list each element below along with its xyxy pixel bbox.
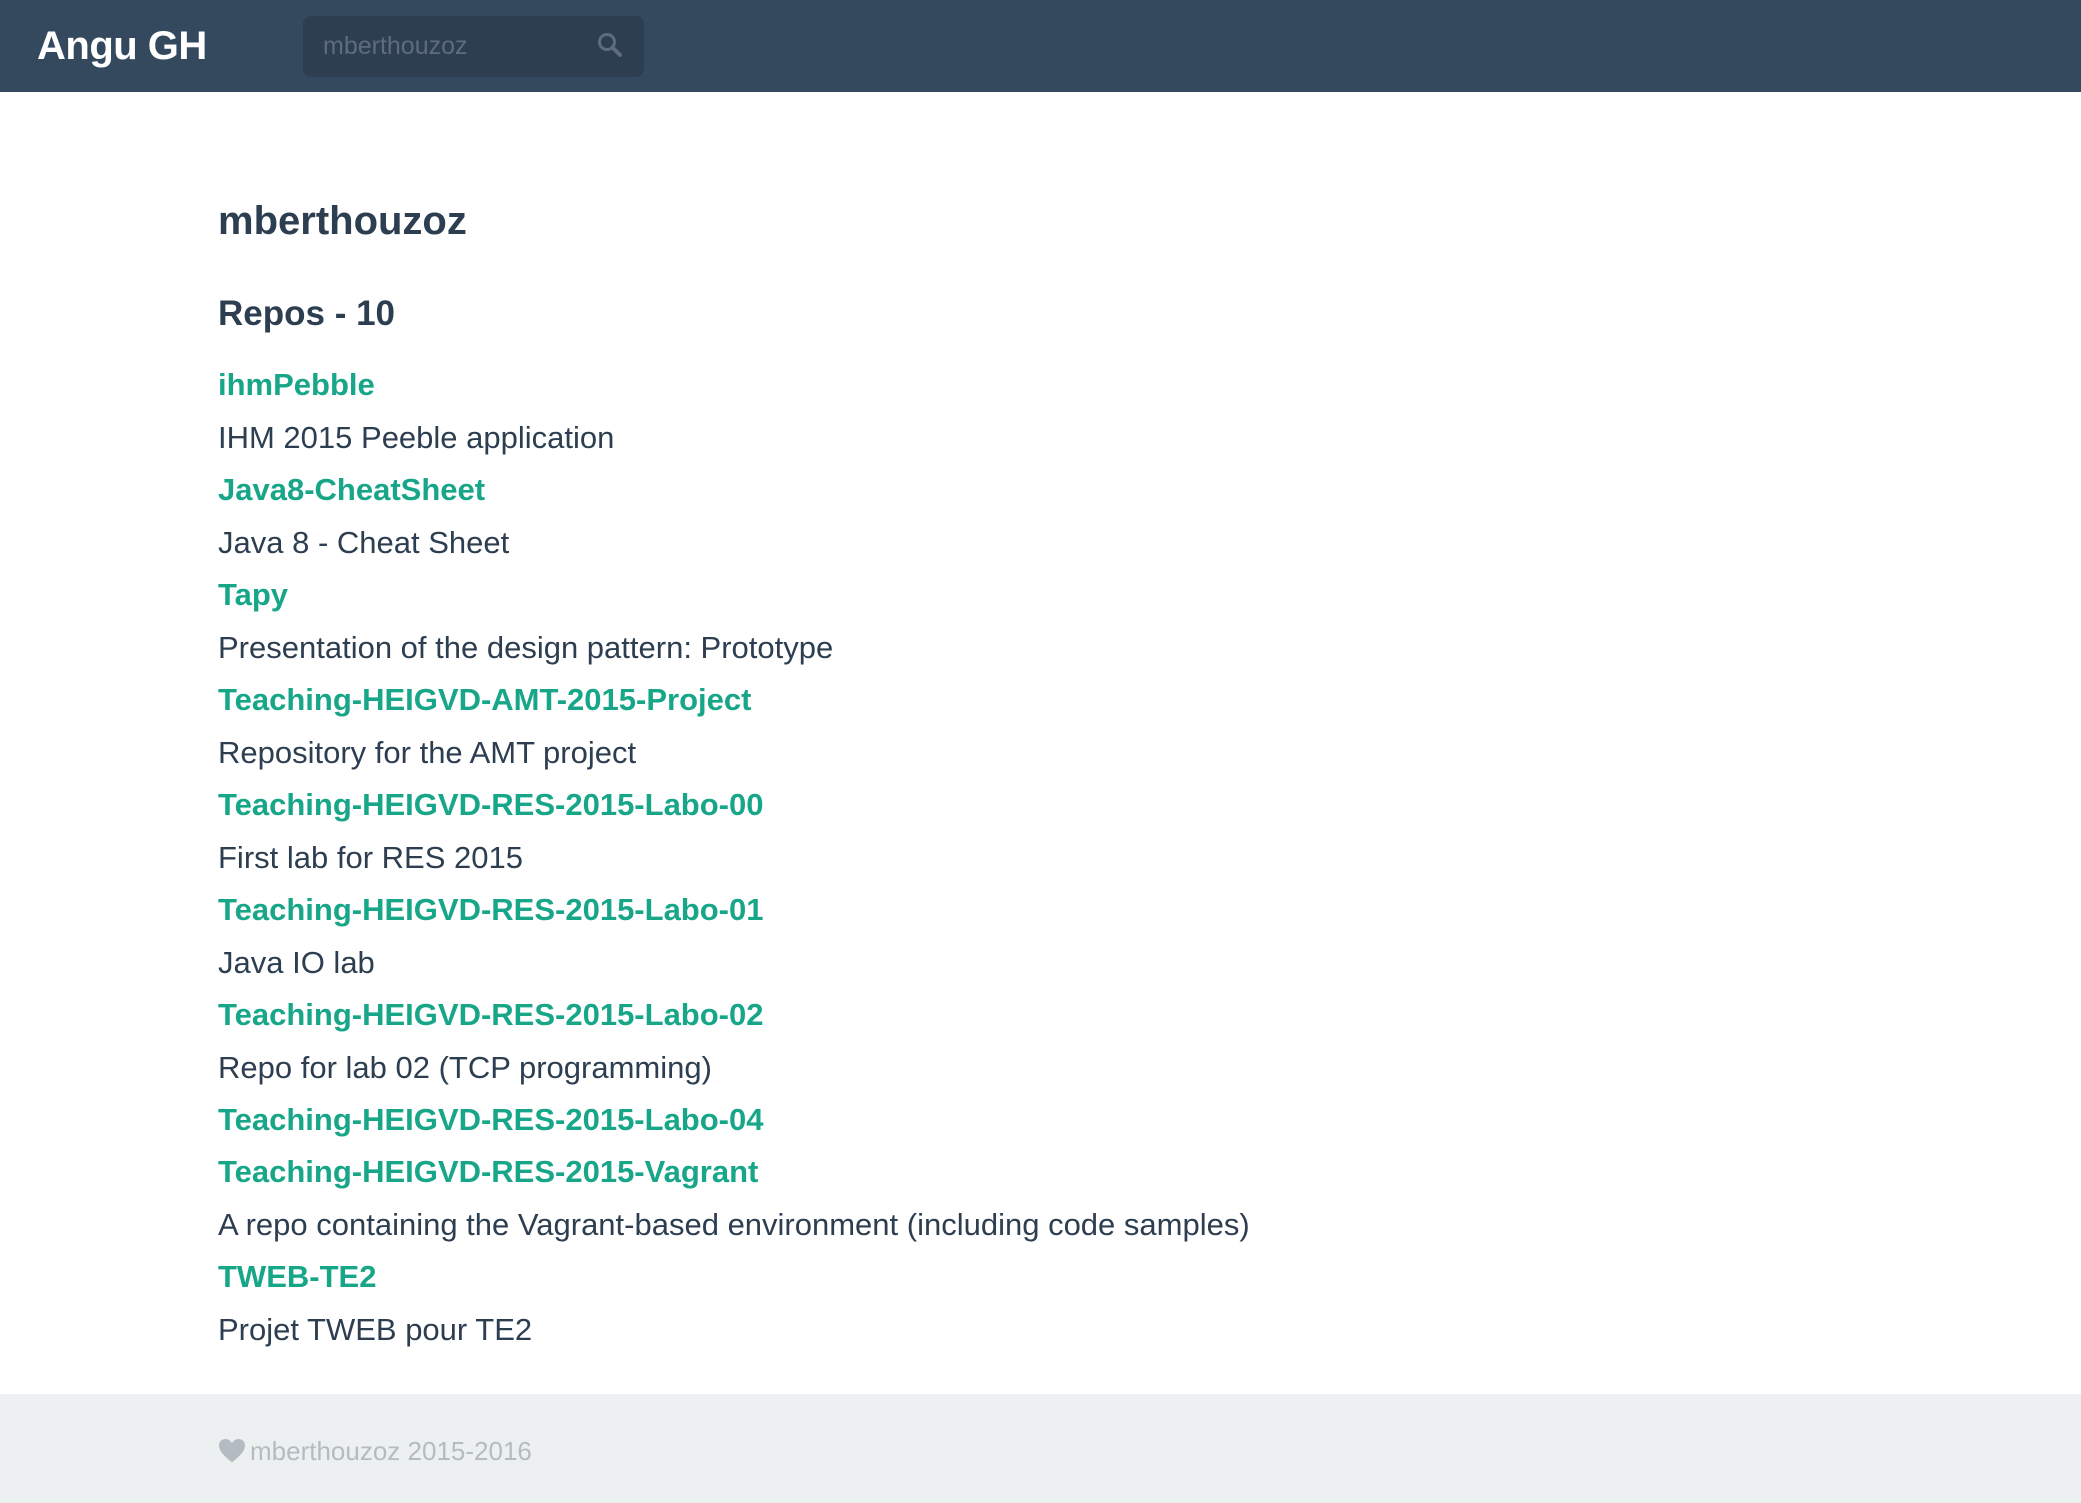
brand-link[interactable]: Angu GH	[37, 20, 207, 72]
heart-icon	[218, 1438, 250, 1464]
repo-description: Repo for lab 02 (TCP programming)	[218, 1050, 712, 1085]
repo-link[interactable]: Java8-CheatSheet	[218, 464, 1818, 516]
repo-link[interactable]: Tapy	[218, 569, 1818, 621]
repo-description: Java 8 - Cheat Sheet	[218, 525, 510, 560]
repo-link[interactable]: Teaching-HEIGVD-RES-2015-Labo-00	[218, 779, 1818, 831]
repo-item: Teaching-HEIGVD-RES-2015-Labo-04	[218, 1094, 1818, 1146]
repo-link[interactable]: TWEB-TE2	[218, 1251, 1818, 1303]
repo-list: ihmPebble IHM 2015 Peeble application Ja…	[218, 359, 1818, 1356]
repo-link[interactable]: Teaching-HEIGVD-RES-2015-Vagrant	[218, 1146, 1818, 1198]
search-input[interactable]	[323, 16, 593, 77]
repo-item: Teaching-HEIGVD-RES-2015-Labo-02 Repo fo…	[218, 989, 1818, 1094]
footer-content: mberthouzoz 2015-2016	[218, 1434, 532, 1468]
repo-description: A repo containing the Vagrant-based envi…	[218, 1207, 1250, 1242]
repo-link[interactable]: Teaching-HEIGVD-RES-2015-Labo-04	[218, 1094, 1818, 1146]
repo-description: Presentation of the design pattern: Prot…	[218, 630, 834, 665]
repo-description: Projet TWEB pour TE2	[218, 1312, 533, 1347]
repo-link[interactable]: ihmPebble	[218, 359, 1818, 411]
footer: mberthouzoz 2015-2016	[0, 1394, 2081, 1503]
repo-item: ihmPebble IHM 2015 Peeble application	[218, 359, 1818, 464]
repo-item: Java8-CheatSheet Java 8 - Cheat Sheet	[218, 464, 1818, 569]
repo-item: Teaching-HEIGVD-RES-2015-Vagrant A repo …	[218, 1146, 1818, 1251]
repo-item: Teaching-HEIGVD-RES-2015-Labo-00 First l…	[218, 779, 1818, 884]
navbar: Angu GH	[0, 0, 2081, 92]
search-icon[interactable]	[595, 30, 625, 60]
repo-link[interactable]: Teaching-HEIGVD-RES-2015-Labo-01	[218, 884, 1818, 936]
search-box	[303, 16, 644, 77]
repo-item: Tapy Presentation of the design pattern:…	[218, 569, 1818, 674]
repo-description: Repository for the AMT project	[218, 735, 637, 770]
repo-item: TWEB-TE2 Projet TWEB pour TE2	[218, 1251, 1818, 1356]
repo-link[interactable]: Teaching-HEIGVD-RES-2015-Labo-02	[218, 989, 1818, 1041]
repo-description: First lab for RES 2015	[218, 840, 523, 875]
footer-text: mberthouzoz 2015-2016	[250, 1436, 532, 1466]
repo-item: Teaching-HEIGVD-AMT-2015-Project Reposit…	[218, 674, 1818, 779]
user-name: mberthouzoz	[218, 199, 467, 243]
repos-heading: Repos - 10	[218, 294, 395, 333]
repo-description: IHM 2015 Peeble application	[218, 420, 615, 455]
repo-link[interactable]: Teaching-HEIGVD-AMT-2015-Project	[218, 674, 1818, 726]
repo-description: Java IO lab	[218, 945, 375, 980]
repo-item: Teaching-HEIGVD-RES-2015-Labo-01 Java IO…	[218, 884, 1818, 989]
